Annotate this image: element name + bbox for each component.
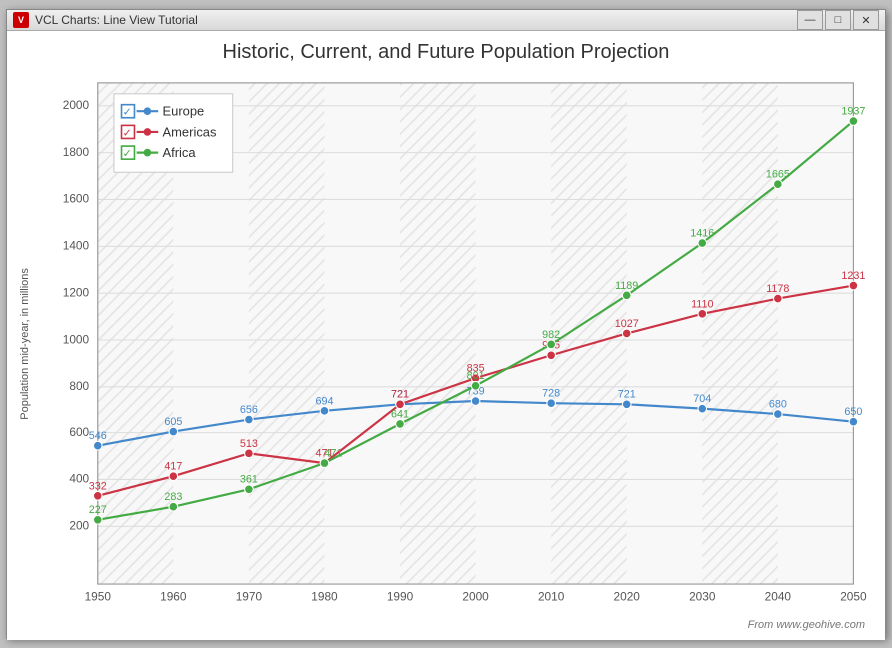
source-text: From www.geohive.com [17, 617, 875, 635]
svg-text:721: 721 [391, 389, 409, 401]
maximize-button[interactable]: □ [825, 10, 851, 30]
window-title: VCL Charts: Line View Tutorial [35, 13, 797, 27]
chart-inner: 200 400 600 800 1000 1200 1400 1600 1800… [33, 72, 875, 617]
chart-title: Historic, Current, and Future Population… [17, 41, 875, 64]
svg-text:641: 641 [391, 408, 409, 420]
svg-text:1990: 1990 [387, 589, 414, 603]
minimize-button[interactable]: — [797, 10, 823, 30]
svg-text:704: 704 [693, 393, 711, 405]
svg-text:1950: 1950 [85, 589, 112, 603]
svg-text:2000: 2000 [63, 98, 90, 112]
y-axis-label: Population mid-year, in millions [17, 72, 33, 617]
svg-text:513: 513 [240, 438, 258, 450]
svg-text:1970: 1970 [236, 589, 263, 603]
svg-text:283: 283 [164, 491, 182, 503]
svg-text:656: 656 [240, 404, 258, 416]
svg-text:2030: 2030 [689, 589, 716, 603]
svg-text:1400: 1400 [63, 239, 90, 253]
svg-text:605: 605 [164, 416, 182, 428]
svg-text:1200: 1200 [63, 285, 90, 299]
svg-text:332: 332 [89, 480, 107, 492]
svg-text:1000: 1000 [63, 332, 90, 346]
svg-text:✓: ✓ [123, 107, 132, 119]
svg-text:✓: ✓ [123, 127, 132, 139]
svg-text:600: 600 [69, 425, 89, 439]
svg-text:1178: 1178 [766, 283, 789, 295]
svg-text:1231: 1231 [841, 270, 865, 282]
svg-text:1800: 1800 [63, 145, 90, 159]
titlebar: V VCL Charts: Line View Tutorial — □ ✕ [7, 10, 885, 31]
svg-text:227: 227 [89, 504, 107, 516]
svg-text:2020: 2020 [614, 589, 641, 603]
svg-text:1960: 1960 [160, 589, 187, 603]
svg-text:200: 200 [69, 519, 89, 533]
svg-text:2010: 2010 [538, 589, 565, 603]
svg-text:✓: ✓ [123, 148, 132, 160]
svg-text:1416: 1416 [690, 227, 714, 239]
svg-text:800: 800 [69, 379, 89, 393]
svg-text:Americas: Americas [163, 124, 217, 139]
svg-text:801: 801 [467, 370, 485, 382]
svg-text:2040: 2040 [765, 589, 792, 603]
svg-text:1665: 1665 [766, 169, 790, 181]
main-window: V VCL Charts: Line View Tutorial — □ ✕ H… [6, 9, 886, 639]
chart-svg: 200 400 600 800 1000 1200 1400 1600 1800… [33, 72, 875, 617]
svg-text:1937: 1937 [841, 105, 865, 117]
close-button[interactable]: ✕ [853, 10, 879, 30]
svg-text:546: 546 [89, 430, 107, 442]
svg-text:471: 471 [324, 448, 342, 460]
svg-text:694: 694 [315, 395, 333, 407]
svg-text:1600: 1600 [63, 192, 90, 206]
svg-text:361: 361 [240, 474, 258, 486]
svg-text:650: 650 [844, 406, 862, 418]
svg-text:400: 400 [69, 472, 89, 486]
svg-text:417: 417 [164, 461, 182, 473]
app-icon: V [13, 12, 29, 28]
svg-text:2050: 2050 [840, 589, 867, 603]
chart-area: Historic, Current, and Future Population… [7, 31, 885, 640]
svg-text:1027: 1027 [615, 318, 639, 330]
svg-text:2000: 2000 [462, 589, 489, 603]
chart-container: Population mid-year, in millions [17, 72, 875, 617]
svg-text:982: 982 [542, 329, 560, 341]
svg-text:680: 680 [769, 399, 787, 411]
svg-text:1980: 1980 [311, 589, 338, 603]
svg-text:1110: 1110 [691, 298, 713, 310]
svg-text:728: 728 [542, 388, 560, 400]
svg-text:1189: 1189 [615, 280, 638, 292]
window-controls: — □ ✕ [797, 10, 879, 30]
svg-text:Africa: Africa [163, 145, 197, 160]
svg-text:Europe: Europe [163, 104, 205, 119]
svg-text:721: 721 [618, 389, 636, 401]
